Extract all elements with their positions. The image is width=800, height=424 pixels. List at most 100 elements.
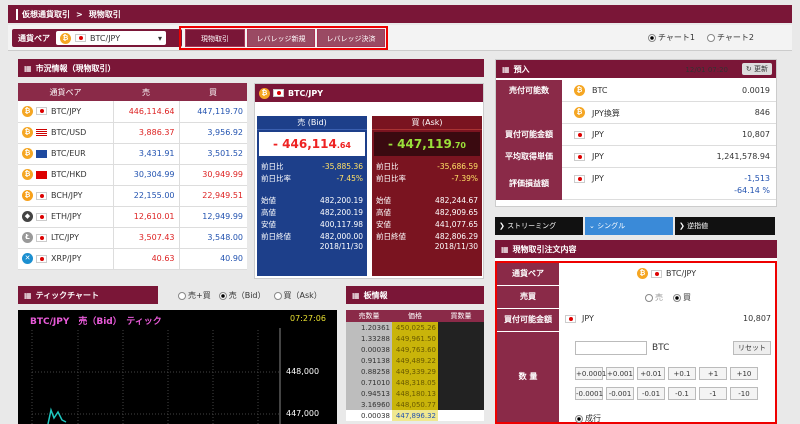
order-pair-label: 通貨ペア [497, 263, 559, 285]
table-row[interactable]: 0.94513 448,180.13 [346, 388, 484, 399]
sell-price[interactable]: 30,304.99 [112, 164, 179, 186]
buy-radio[interactable] [673, 293, 681, 302]
ask-label-opt: 買（Ask） [283, 291, 322, 300]
quote-stat-label: 高値 [376, 207, 391, 217]
sell-radio[interactable] [645, 293, 653, 302]
bid-ask-radio[interactable] [178, 291, 186, 300]
board-buy-qty[interactable] [438, 410, 484, 421]
board-sell-qty[interactable]: 0.00038 [346, 344, 392, 355]
sell-price[interactable]: 12,610.01 [112, 206, 179, 228]
bid-price[interactable]: - 446,114.64 [259, 132, 365, 156]
sell-price[interactable]: 22,155.00 [112, 185, 179, 207]
bid-radio[interactable] [218, 291, 227, 300]
quote-stat-value: 441,077.65 [435, 219, 478, 229]
ask-radio[interactable] [273, 291, 282, 300]
table-row[interactable]: 3.16960 448,050.77 [346, 399, 484, 410]
chart1-radio[interactable] [648, 33, 656, 42]
qty-step-button[interactable]: +10 [730, 367, 758, 380]
bid-panel[interactable]: 売 (Bid) - 446,114.64 前日比 -35,885.36 前日比率 -7… [257, 116, 367, 276]
ask-price[interactable]: - 447,119.70 [374, 132, 480, 156]
ask-panel[interactable]: 買 (Ask) - 447,119.70 前日比 -35,686.59 前日比率 -7… [372, 116, 482, 276]
reset-button[interactable]: リセット [733, 341, 771, 355]
sell-price[interactable]: 446,114.64 [112, 101, 179, 123]
qty-step-button[interactable]: -0.01 [637, 387, 665, 400]
board-buy-qty[interactable] [438, 377, 484, 388]
buy-price[interactable]: 40.90 [178, 248, 247, 270]
board-buy-qty[interactable] [438, 388, 484, 399]
pair-select[interactable]: ₿ BTC/JPY ▾ [56, 31, 166, 45]
quote-stat-label: 前日比率 [376, 173, 406, 183]
refresh-button[interactable]: ↻ 更新 [741, 63, 772, 75]
board-buy-qty[interactable] [438, 322, 484, 333]
table-row[interactable]: ₿ BTC/HKD 30,304.99 30,949.99 [18, 164, 247, 186]
tab-spot[interactable]: 現物取引 [185, 29, 245, 47]
qty-step-button[interactable]: +0.001 [606, 367, 634, 380]
qty-step-button[interactable]: +0.0001 [575, 367, 606, 380]
board-col-buy: 買数量 [450, 312, 472, 320]
streaming-label: ストリーミング [507, 222, 557, 230]
qty-step-button[interactable]: -10 [730, 387, 758, 400]
table-row[interactable]: 0.91138 449,489.22 [346, 355, 484, 366]
sell-price[interactable]: 3,431.91 [112, 143, 179, 165]
board-sell-qty[interactable]: 1.33288 [346, 333, 392, 344]
qty-step-button[interactable]: -0.1 [668, 387, 696, 400]
reverse-limit-button[interactable]: ❯ 逆指値 [675, 217, 775, 235]
chart2-radio[interactable] [707, 33, 716, 42]
deposit-row-value: 0.0019 [742, 86, 770, 95]
board-sell-qty[interactable]: 0.71010 [346, 377, 392, 388]
buy-price[interactable]: 3,956.92 [178, 122, 247, 144]
reverse-limit-label: 逆指値 [687, 222, 709, 230]
table-row[interactable]: ₿ BCH/JPY 22,155.00 22,949.51 [18, 185, 247, 207]
sell-price[interactable]: 40.63 [112, 248, 179, 270]
order-avail-label: 買付可能金額 [497, 309, 559, 331]
qty-step-button[interactable]: -0.001 [606, 387, 634, 400]
board-sell-qty[interactable]: 0.91138 [346, 355, 392, 366]
board-buy-qty[interactable] [438, 333, 484, 344]
qty-step-button[interactable]: -1 [699, 387, 727, 400]
breadcrumb-item-trading[interactable]: 仮想通貨取引 [16, 8, 70, 20]
table-row[interactable]: 1.33288 449,961.50 [346, 333, 484, 344]
qty-step-button[interactable]: +0.01 [637, 367, 665, 380]
board-sell-qty[interactable]: 0.00038 [346, 410, 392, 421]
board-buy-qty[interactable] [438, 366, 484, 377]
buy-price[interactable]: 3,501.52 [178, 143, 247, 165]
buy-price[interactable]: 30,949.99 [178, 164, 247, 186]
table-row[interactable]: 0.00038 447,896.32 [346, 410, 484, 421]
qty-step-button[interactable]: +1 [699, 367, 727, 380]
streaming-button[interactable]: ❯ ストリーミング [495, 217, 583, 235]
single-button[interactable]: ⌄ シングル [585, 217, 673, 235]
btc-coin-icon: ₿ [22, 169, 33, 180]
table-row[interactable]: ◆ ETH/JPY 12,610.01 12,949.99 [18, 206, 247, 228]
qty-step-button[interactable]: -0.0001 [575, 387, 603, 400]
board-sell-qty[interactable]: 1.20361 [346, 322, 392, 333]
table-row[interactable]: ₿ BTC/JPY 446,114.64 447,119.70 [18, 101, 247, 123]
buy-price[interactable]: 22,949.51 [178, 185, 247, 207]
board-sell-qty[interactable]: 0.94513 [346, 388, 392, 399]
board-buy-qty[interactable] [438, 399, 484, 410]
board-sell-qty[interactable]: 3.16960 [346, 399, 392, 410]
table-row[interactable]: ✕ XRP/JPY 40.63 40.90 [18, 248, 247, 270]
buy-price[interactable]: 12,949.99 [178, 206, 247, 228]
table-row[interactable]: 0.88258 449,339.29 [346, 366, 484, 377]
buy-price[interactable]: 447,119.70 [178, 101, 247, 123]
table-row[interactable]: 1.20361 450,025.26 [346, 322, 484, 333]
table-row[interactable]: ₿ BTC/USD 3,886.37 3,956.92 [18, 122, 247, 144]
tab-leverage-new[interactable]: レバレッジ新規 [247, 29, 315, 47]
table-row[interactable]: 0.71010 448,318.05 [346, 377, 484, 388]
tick-chart[interactable]: BTC/JPY 売（Bid） ティック 07:27:06 448,000 447… [18, 310, 337, 424]
deposit-header: ▦ 預入 [496, 60, 776, 78]
tab-leverage-close[interactable]: レバレッジ決済 [317, 29, 385, 47]
table-row[interactable]: 0.00038 449,763.60 [346, 344, 484, 355]
table-row[interactable]: ₿ BTC/EUR 3,431.91 3,501.52 [18, 143, 247, 165]
qty-input[interactable] [575, 341, 647, 355]
board-buy-qty[interactable] [438, 344, 484, 355]
table-row[interactable]: Ł LTC/JPY 3,507.43 3,548.00 [18, 227, 247, 249]
sell-price[interactable]: 3,886.37 [112, 122, 179, 144]
board-buy-qty[interactable] [438, 355, 484, 366]
qty-step-button[interactable]: +0.1 [668, 367, 696, 380]
board-sell-qty[interactable]: 0.88258 [346, 366, 392, 377]
market-order-radio[interactable] [575, 414, 583, 423]
quote-stat-label: 始値 [261, 195, 276, 205]
buy-price[interactable]: 3,548.00 [178, 227, 247, 249]
sell-price[interactable]: 3,507.43 [112, 227, 179, 249]
